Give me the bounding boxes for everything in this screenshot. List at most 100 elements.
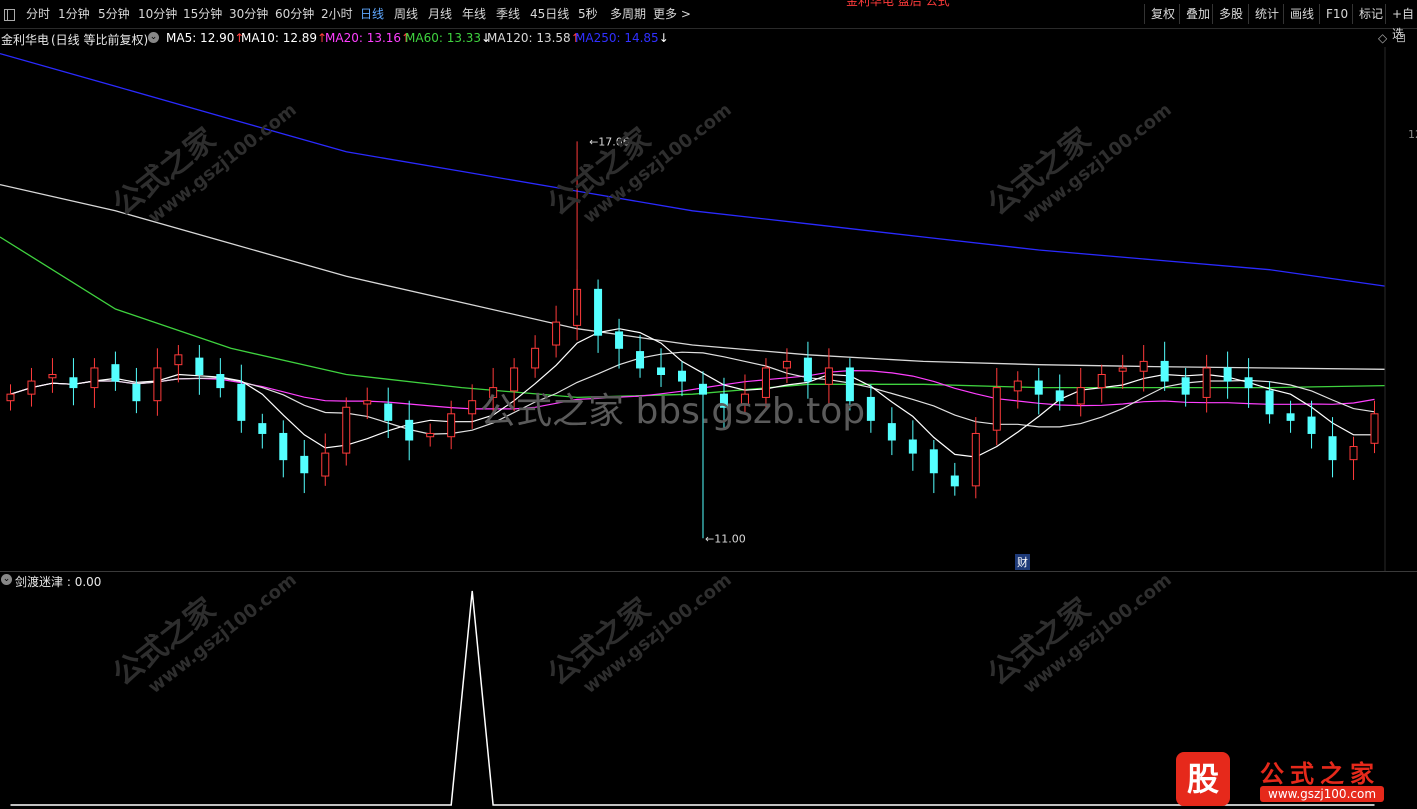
candle-body: [1244, 377, 1253, 389]
ma10-label: MA10: 12.89: [241, 31, 318, 45]
ma250-label: MA250: 14.85: [575, 31, 659, 45]
period-tab-2[interactable]: 5分钟: [98, 6, 130, 23]
signal-line: [10, 590, 1375, 806]
toolbar-button-3[interactable]: 统计: [1248, 4, 1285, 24]
period-tab-3[interactable]: 10分钟: [138, 6, 177, 23]
candle-body: [447, 413, 456, 438]
toolbar-button-6[interactable]: 标记: [1352, 4, 1389, 24]
candle-body: [1349, 446, 1358, 461]
low-price-label: ←11.00: [705, 532, 746, 545]
ma120-label: MA120: 13.58: [487, 31, 571, 45]
candle-body: [195, 357, 204, 375]
candle-body: [1034, 380, 1043, 395]
candle-body: [1055, 390, 1064, 402]
period-tab-12[interactable]: 季线: [496, 6, 520, 23]
ma60-line: [0, 236, 1386, 399]
pane-divider[interactable]: [0, 571, 1417, 572]
period-toolbar: 分时 1分钟 5分钟 10分钟 15分钟 30分钟 60分钟 2小时 日线 周线 月线 年线 季线 45日…: [0, 0, 1417, 41]
candle-body: [279, 432, 288, 461]
candle-body: [1076, 387, 1085, 405]
period-tab-16[interactable]: 更多 >: [653, 6, 691, 23]
ma60-label: MA60: 13.33: [405, 31, 482, 45]
ma-info-bar: 金利华电 (日线 等比前复权) ⌄ MA5: 12.90↑ MA10: 12.8…: [0, 29, 1417, 47]
candle-body: [531, 347, 540, 369]
candle-body: [908, 439, 917, 454]
candle-body: [90, 367, 99, 389]
candle-body: [552, 321, 561, 346]
candle-body: [132, 383, 141, 402]
candle-body: [1013, 380, 1022, 392]
toolbar-button-1[interactable]: 叠加: [1179, 4, 1216, 24]
toolbar-button-2[interactable]: 多股: [1212, 4, 1249, 24]
candle-body: [174, 354, 183, 366]
candle-body: [1328, 436, 1337, 461]
window-title: 金利华电 盘后 公式: [846, 0, 986, 8]
logo-badge: 股: [1176, 752, 1230, 806]
indicator-name[interactable]: 剑渡迷津 : 0.00: [15, 573, 101, 590]
finance-marker[interactable]: 财: [1015, 554, 1030, 570]
candle-body: [866, 396, 875, 421]
window-menu-icon[interactable]: [4, 9, 15, 21]
candle-body: [69, 377, 78, 389]
candle-body: [1139, 360, 1148, 372]
candle-body: [1370, 413, 1379, 444]
period-tab-11[interactable]: 年线: [462, 6, 486, 23]
candle-body: [1118, 367, 1127, 372]
candle-body: [971, 432, 980, 487]
period-tab-15[interactable]: 多周期: [610, 6, 646, 23]
diamond-icon[interactable]: ◇: [1378, 31, 1387, 45]
candle-body: [636, 351, 645, 369]
period-tab-10[interactable]: 月线: [428, 6, 452, 23]
candle-body: [1097, 374, 1106, 389]
period-tab-8[interactable]: 日线: [360, 6, 384, 23]
candle-body: [1181, 377, 1190, 395]
period-tab-0[interactable]: 分时: [26, 6, 50, 23]
candle-body: [887, 423, 896, 441]
candle-body: [405, 419, 414, 441]
axis-mark: 12: [1408, 128, 1417, 141]
candle-body: [216, 374, 225, 389]
period-tab-14[interactable]: 5秒: [578, 6, 598, 23]
candle-body: [321, 452, 330, 477]
ma20-label: MA20: 13.16: [325, 31, 402, 45]
candle-body: [300, 455, 309, 474]
ma250-arrow-icon: ↓: [658, 31, 669, 45]
period-tab-6[interactable]: 60分钟: [275, 6, 314, 23]
candle-body: [594, 288, 603, 336]
period-tab-5[interactable]: 30分钟: [229, 6, 268, 23]
candle-body: [803, 357, 812, 382]
candle-body: [384, 403, 393, 421]
logo-url: www.gszj100.com: [1260, 786, 1385, 802]
period-tab-9[interactable]: 周线: [394, 6, 418, 23]
candle-body: [678, 370, 687, 382]
candle-body: [1265, 390, 1274, 415]
logo-name: 公式之家: [1260, 760, 1380, 788]
sub-settings-icon[interactable]: ⌄: [1, 574, 12, 585]
candle-body: [1160, 360, 1169, 382]
candle-body: [950, 475, 959, 487]
candle-body: [1307, 416, 1316, 434]
candle-body: [1286, 413, 1295, 421]
candle-body: [1202, 367, 1211, 398]
candle-body: [615, 331, 624, 349]
candle-body: [6, 393, 15, 402]
period-tab-4[interactable]: 15分钟: [183, 6, 222, 23]
toolbar-button-4[interactable]: 画线: [1283, 4, 1320, 24]
ma5-label: MA5: 12.90: [166, 31, 235, 45]
stock-name[interactable]: 金利华电: [1, 31, 49, 48]
candle-body: [782, 360, 791, 369]
candle-body: [363, 400, 372, 405]
bbs-watermark: 公式之家 bbs.gszb.top: [480, 391, 866, 432]
period-tab-1[interactable]: 1分钟: [58, 6, 90, 23]
toolbar-button-7[interactable]: +自选: [1385, 4, 1417, 41]
candle-body: [153, 367, 162, 402]
candle-body: [992, 387, 1001, 431]
toolbar-button-5[interactable]: F10: [1319, 4, 1354, 24]
period-tab-13[interactable]: 45日线: [530, 6, 569, 23]
settings-icon[interactable]: ⌄: [148, 32, 159, 43]
toolbar-button-0[interactable]: 复权: [1144, 4, 1181, 24]
period-tab-7[interactable]: 2小时: [321, 6, 353, 23]
collapse-icon[interactable]: ⊡: [1396, 31, 1406, 45]
site-logo: 股 公式之家 www.gszj100.com: [1176, 752, 1406, 806]
candle-body: [342, 406, 351, 454]
